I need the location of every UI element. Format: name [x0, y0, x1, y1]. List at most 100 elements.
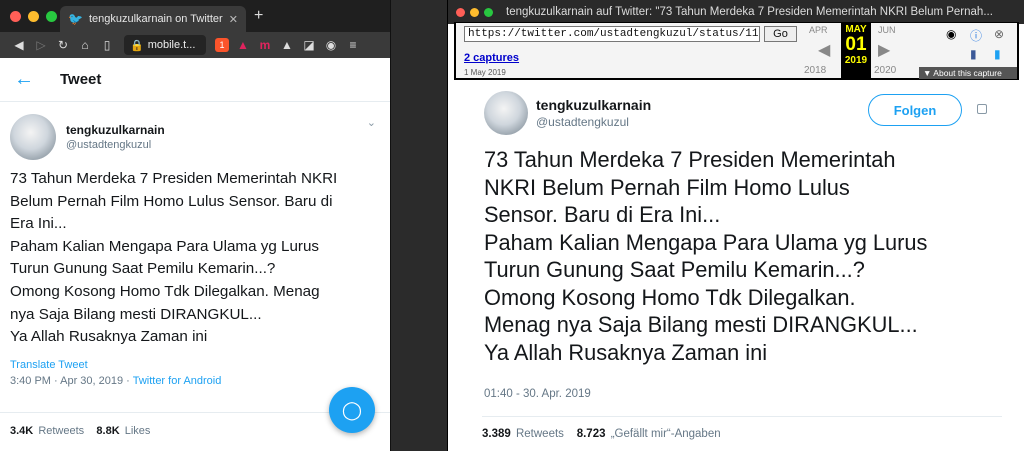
tweet-line: Paham Kalian Mengapa Para Ulama yg Lurus [484, 229, 928, 255]
tweet-author[interactable]: tengkuzulkarnain @ustadtengkuzul [484, 91, 651, 135]
chevron-down-icon[interactable]: ⌄ [367, 116, 376, 129]
avatar[interactable] [10, 114, 56, 160]
user-handle: @ustadtengkuzul [66, 139, 152, 151]
tweet-line: 73 Tahun Merdeka 7 Presiden Memerintah [484, 147, 896, 172]
brave-shield-icon[interactable]: 1 [215, 38, 229, 52]
tweet-line: Ya Allah Rusaknya Zaman ini [484, 339, 768, 365]
translate-tweet-link[interactable]: Translate Tweet [0, 349, 390, 371]
twitter-icon[interactable]: ▮ [994, 47, 1001, 61]
speech-bubble-icon: ◯ [341, 399, 363, 420]
twitter-bird-icon: 🐦 [68, 12, 83, 26]
right-title-bar: tengkuzulkarnain auf Twitter: "73 Tahun … [448, 0, 1024, 24]
compose-reply-button[interactable]: ◯ [329, 387, 375, 433]
wayback-url-input[interactable]: https://twitter.com/ustadtengkuzul/statu… [464, 26, 760, 42]
next-month-label[interactable]: JUN [878, 25, 896, 35]
tweet-timestamp: 3:40 PM · Apr 30, 2019 · [10, 374, 133, 387]
browser-tab[interactable]: 🐦 tengkuzulkarnain on Twitter: "73 ✕ [60, 6, 246, 32]
address-bar[interactable]: 🔒 mobile.t... [124, 35, 206, 55]
tweet-line: Omong Kosong Homo Tdk Dilegalkan. Menag [10, 282, 320, 300]
tweet-line: Menag nya Saja Bilang mesti DIRANGKUL... [484, 312, 918, 337]
retweets-label[interactable]: Retweets [38, 425, 84, 437]
right-browser-window: tengkuzulkarnain auf Twitter: "73 Tahun … [447, 0, 1024, 451]
tweet-author[interactable]: tengkuzulkarnain @ustadtengkuzul ⌄ [0, 102, 390, 160]
forward-arrow-icon[interactable]: ▷ [30, 38, 52, 52]
address-text: mobile.t... [147, 39, 196, 51]
close-icon[interactable]: ⊗ [994, 27, 1004, 41]
retweet-count[interactable]: 3.4K [10, 425, 33, 437]
window-title: tengkuzulkarnain auf Twitter: "73 Tahun … [506, 6, 993, 18]
current-day: 01 [845, 34, 867, 55]
tweet-timestamp[interactable]: 01:40 - 30. Apr. 2019 [484, 388, 591, 400]
tweet-line: Turun Gunung Saat Pemilu Kemarin...? [10, 260, 276, 278]
facebook-icon[interactable]: ▮ [970, 47, 977, 61]
tweet-line: Sensor. Baru di Era Ini... [484, 202, 721, 227]
tweet-line: 73 Tahun Merdeka 7 Presiden Memerintah N… [10, 170, 338, 187]
profile-icon[interactable]: ◉ [320, 38, 342, 52]
help-icon[interactable]: ⓘ [970, 27, 982, 44]
go-button[interactable]: Go [764, 26, 797, 42]
retweets-label[interactable]: Retweets [516, 428, 564, 440]
tab-title: tengkuzulkarnain on Twitter: "73 [88, 13, 223, 25]
wayback-toolbar: https://twitter.com/ustadtengkuzul/statu… [454, 22, 1019, 80]
follow-button[interactable]: Folgen [868, 94, 962, 126]
capture-date: 1 May 2019 [464, 68, 506, 77]
left-title-bar: 🐦 tengkuzulkarnain on Twitter: "73 ✕ + [0, 0, 390, 32]
captures-link[interactable]: 2 captures [464, 52, 519, 64]
close-window-button[interactable] [456, 7, 465, 17]
tweet-stats: 3.389 Retweets 8.723 „Gefällt mir“-Angab… [482, 416, 1002, 440]
tweet-line: Paham Kalian Mengapa Para Ulama yg Lurus [10, 237, 319, 255]
user-name[interactable]: tengkuzulkarnain [536, 97, 651, 113]
next-capture-arrow-icon[interactable]: ▶ [878, 40, 890, 60]
tweet-meta: 3:40 PM · Apr 30, 2019 · Twitter for And… [0, 371, 390, 387]
menu-icon[interactable]: ≡ [342, 38, 364, 52]
tweet-text: 73 Tahun Merdeka 7 Presiden Memerintah N… [484, 146, 1004, 366]
like-count[interactable]: 8.8K [96, 425, 119, 437]
next-year-label[interactable]: 2020 [874, 65, 896, 76]
tweet-source-link[interactable]: Twitter for Android [133, 375, 222, 387]
about-capture-button[interactable]: ▼ About this capture [919, 67, 1017, 79]
mountain-extension-icon[interactable]: ▲ [276, 38, 298, 52]
like-count[interactable]: 8.723 [577, 428, 606, 440]
reload-icon[interactable]: ↻ [52, 38, 74, 52]
more-options-icon[interactable] [977, 104, 987, 114]
new-tab-button[interactable]: + [254, 7, 263, 25]
bookmark-icon[interactable]: ▯ [96, 38, 118, 52]
minimize-window-button[interactable] [470, 7, 479, 17]
current-capture: MAY 01 2019 [841, 22, 871, 78]
likes-label[interactable]: Likes [125, 425, 151, 437]
tweet-header: ← Tweet [0, 58, 390, 102]
close-window-button[interactable] [10, 10, 21, 22]
page-title: Tweet [60, 71, 102, 88]
current-year: 2019 [844, 55, 868, 66]
user-handle: @ustadtengkuzul [536, 115, 629, 129]
extensions-icon[interactable]: ◪ [298, 38, 320, 52]
close-tab-icon[interactable]: ✕ [229, 13, 238, 26]
account-icon[interactable]: ◉ [946, 27, 956, 41]
tweet-line: Belum Pernah Film Homo Lulus Sensor. Bar… [10, 192, 333, 210]
tweet-line: Omong Kosong Homo Tdk Dilegalkan. [484, 284, 856, 310]
retweet-count[interactable]: 3.389 [482, 428, 511, 440]
triangle-extension-icon[interactable]: ▲ [232, 38, 254, 52]
tweet-line: Turun Gunung Saat Pemilu Kemarin...? [484, 257, 865, 282]
tweet-text: 73 Tahun Merdeka 7 Presiden Memerintah N… [0, 160, 390, 349]
lock-icon: 🔒 [130, 39, 144, 52]
avatar[interactable] [484, 91, 528, 135]
m-extension-icon[interactable]: m [254, 38, 276, 52]
left-browser-window: 🐦 tengkuzulkarnain on Twitter: "73 ✕ + ◀… [0, 0, 391, 451]
tweet-line: Era Ini... [10, 215, 67, 233]
tweet-line: NKRI Belum Pernah Film Homo Lulus [484, 174, 850, 200]
prev-year-label[interactable]: 2018 [804, 65, 826, 76]
back-arrow-icon[interactable]: ← [14, 68, 34, 91]
zoom-window-button[interactable] [484, 7, 493, 17]
minimize-window-button[interactable] [28, 10, 39, 22]
home-icon[interactable]: ⌂ [74, 38, 96, 52]
tweet-line: nya Saja Bilang mesti DIRANGKUL... [10, 305, 262, 323]
likes-label[interactable]: „Gefällt mir“-Angaben [611, 428, 721, 440]
zoom-window-button[interactable] [46, 10, 57, 22]
user-name[interactable]: tengkuzulkarnain [66, 123, 165, 137]
browser-toolbar: ◀ ▷ ↻ ⌂ ▯ 🔒 mobile.t... 1 ▲ m ▲ ◪ ◉ ≡ [0, 32, 390, 58]
prev-month-label[interactable]: APR [809, 25, 828, 35]
prev-capture-arrow-icon[interactable]: ◀ [818, 40, 830, 60]
back-arrow-icon[interactable]: ◀ [8, 38, 30, 52]
tweet-line: Ya Allah Rusaknya Zaman ini [10, 328, 208, 346]
